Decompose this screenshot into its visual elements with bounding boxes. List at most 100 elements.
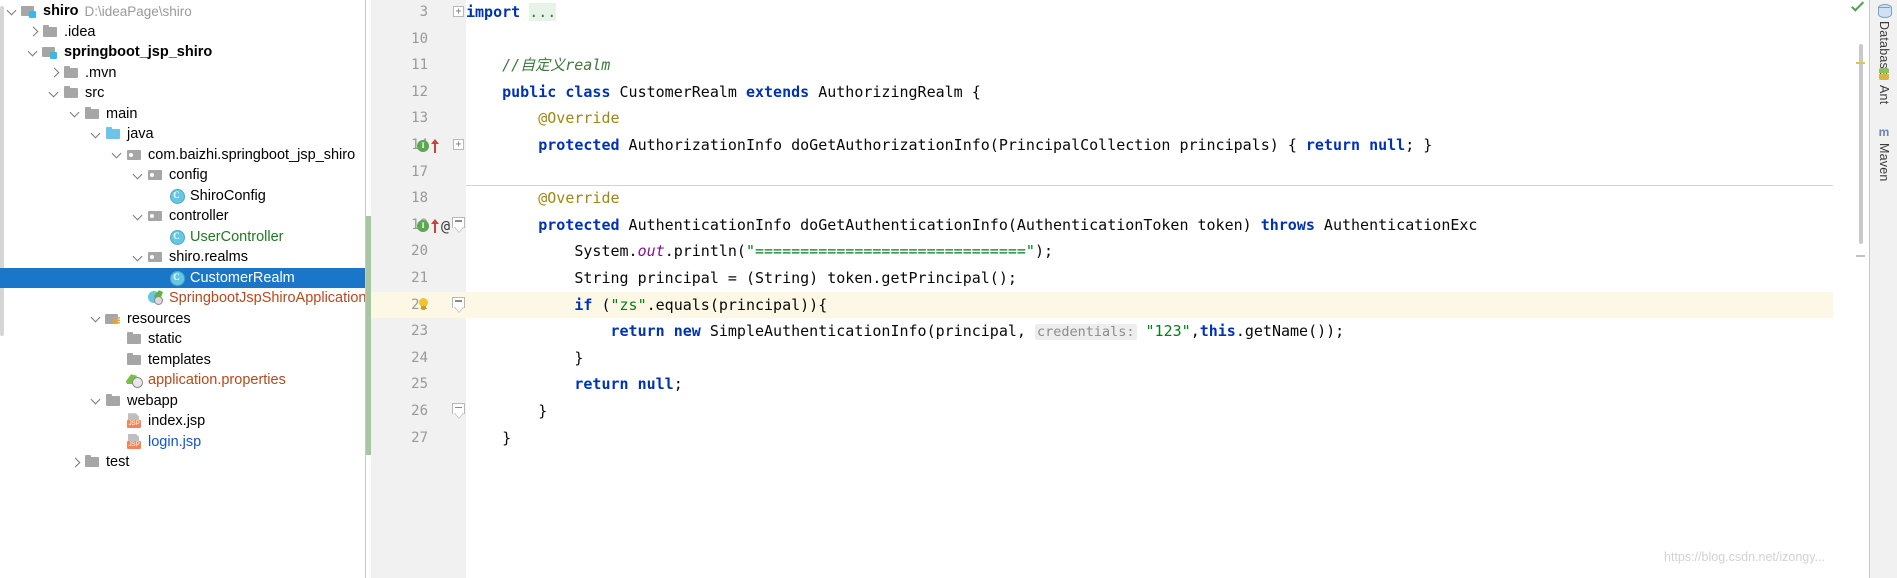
code-line[interactable]: public class CustomerRealm extends Autho… xyxy=(466,79,981,106)
idea-window: shiro D:\ideaPage\shiro .idea springboot_js… xyxy=(0,0,1897,578)
tree-item-label: CustomerRealm xyxy=(190,269,295,286)
tree-item-index-jsp[interactable]: JSP index.jsp xyxy=(0,411,365,432)
tree-item-label: src xyxy=(85,85,105,102)
code-line[interactable]: if ("zs".equals(principal)){ xyxy=(466,292,827,319)
code-token: , xyxy=(1190,322,1200,341)
tree-item-controller[interactable]: controller xyxy=(0,206,365,227)
chevron-down-icon[interactable] xyxy=(69,107,82,120)
code-line[interactable]: } xyxy=(466,398,547,425)
tree-item-label: .mvn xyxy=(85,64,117,81)
overriding-method-arrow-icon[interactable] xyxy=(430,139,439,154)
chevron-down-icon[interactable] xyxy=(132,251,145,264)
chevron-down-icon[interactable] xyxy=(90,128,103,141)
code-line[interactable]: String principal = (String) token.getPri… xyxy=(466,265,1017,292)
right-tool-window-bar[interactable]: Database Ant m Maven xyxy=(1869,0,1897,578)
editor-marker-strip[interactable] xyxy=(1833,0,1869,578)
editor-scrollbar-thumb[interactable] xyxy=(1859,44,1863,244)
tree-item-springbootjspshiroapplication[interactable]: SpringbootJspShiroApplication xyxy=(0,288,365,309)
tree-item-static[interactable]: static xyxy=(0,329,365,350)
gutter-markers[interactable]: I @ xyxy=(417,212,450,239)
code-line[interactable]: protected AuthorizationInfo doGetAuthori… xyxy=(466,132,1432,159)
tree-item-java[interactable]: java xyxy=(0,124,365,145)
tree-item--mvn[interactable]: .mvn xyxy=(0,63,365,84)
tool-window-label: Ant xyxy=(1877,85,1891,105)
code-line[interactable]: } xyxy=(466,425,511,452)
chevron-down-icon[interactable] xyxy=(48,87,61,100)
class-icon: C xyxy=(168,270,185,286)
tree-item-src[interactable]: src xyxy=(0,83,365,104)
tree-item-shiroconfig[interactable]: C ShiroConfig xyxy=(0,186,365,207)
tree-item-main[interactable]: main xyxy=(0,104,365,125)
tree-item-templates[interactable]: templates xyxy=(0,350,365,371)
code-line[interactable]: return null; xyxy=(466,371,682,398)
chevron-down-icon[interactable] xyxy=(132,210,145,223)
implementing-method-icon[interactable]: I xyxy=(417,140,429,153)
tree-item-customerrealm[interactable]: C CustomerRealm xyxy=(0,267,365,288)
tree-item-springboot-jsp-shiro[interactable]: springboot_jsp_shiro xyxy=(0,42,365,63)
tree-item-test[interactable]: test xyxy=(0,452,365,473)
project-tool-window[interactable]: shiro D:\ideaPage\shiro .idea springboot_js… xyxy=(0,0,366,578)
fold-collapse-icon[interactable] xyxy=(452,403,465,419)
tool-window-database[interactable]: Database xyxy=(1870,2,1897,76)
code-line[interactable]: return new SimpleAuthenticationInfo(prin… xyxy=(466,318,1344,345)
tree-item-label: index.jsp xyxy=(148,413,206,430)
marker-tick[interactable] xyxy=(1856,62,1865,64)
code-line[interactable]: import ... xyxy=(466,0,557,26)
fold-collapse-icon[interactable] xyxy=(452,296,465,313)
code-text-area[interactable]: import ... //自定义realm public class Custo… xyxy=(466,0,1833,578)
chevron-down-icon[interactable] xyxy=(27,46,40,59)
line-number: 18 xyxy=(411,190,428,207)
tree-item-login-jsp[interactable]: JSP login.jsp xyxy=(0,432,365,453)
fold-expand-icon[interactable]: + xyxy=(453,139,464,150)
chevron-down-icon[interactable] xyxy=(132,169,145,182)
editor-gutter[interactable]: 3+1011121314I+171819I@2021222324252627 xyxy=(371,0,466,578)
tree-item-com-baizhi-springboot-jsp-shiro[interactable]: com.baizhi.springboot_jsp_shiro xyxy=(0,145,365,166)
tree-item-application-properties[interactable]: application.properties xyxy=(0,370,365,391)
module-icon xyxy=(42,44,59,60)
ant-icon xyxy=(1876,66,1892,82)
fold-expand-icon[interactable]: + xyxy=(453,6,464,17)
overriding-method-arrow-icon[interactable] xyxy=(430,219,439,234)
chevron-down-icon[interactable] xyxy=(6,5,19,18)
code-line[interactable]: } xyxy=(466,345,583,372)
tree-item-resources[interactable]: resources xyxy=(0,309,365,330)
code-line[interactable]: System.out.println("====================… xyxy=(466,238,1053,265)
chevron-down-icon[interactable] xyxy=(90,394,103,407)
tree-item-usercontroller[interactable]: C UserController xyxy=(0,227,365,248)
code-editor[interactable]: 3+1011121314I+171819I@2021222324252627 i… xyxy=(366,0,1869,578)
tree-item-config[interactable]: config xyxy=(0,165,365,186)
tree-item--idea[interactable]: .idea xyxy=(0,22,365,43)
chevron-down-icon[interactable] xyxy=(111,148,124,161)
chevron-right-icon[interactable] xyxy=(48,66,61,79)
gutter-markers[interactable]: I xyxy=(417,132,439,159)
code-token: "==============================" xyxy=(745,242,1035,261)
code-line[interactable]: protected AuthenticationInfo doGetAuthen… xyxy=(466,212,1477,239)
tree-item-shiro[interactable]: shiro D:\ideaPage\shiro xyxy=(0,1,365,22)
chevron-right-icon[interactable] xyxy=(27,25,40,38)
folded-imports-placeholder[interactable]: ... xyxy=(529,3,557,21)
intention-bulb-icon[interactable] xyxy=(417,298,430,313)
tree-item-label: templates xyxy=(148,351,211,368)
tree-item-webapp[interactable]: webapp xyxy=(0,391,365,412)
chevron-down-icon[interactable] xyxy=(90,312,103,325)
project-tree[interactable]: shiro D:\ideaPage\shiro .idea springboot_js… xyxy=(0,0,365,473)
chevron-right-icon[interactable] xyxy=(69,456,82,469)
tool-window-maven[interactable]: m Maven xyxy=(1870,124,1897,182)
code-token: CustomerRealm xyxy=(610,82,746,101)
tree-item-shiro-realms[interactable]: shiro.realms xyxy=(0,247,365,268)
tool-window-ant[interactable]: Ant xyxy=(1870,66,1897,104)
code-line[interactable]: @Override xyxy=(466,105,619,132)
code-line[interactable]: @Override xyxy=(466,185,619,212)
marker-tick[interactable] xyxy=(1856,255,1865,257)
annotation-marker-icon[interactable]: @ xyxy=(441,213,450,240)
code-line[interactable]: //自定义realm xyxy=(466,52,610,79)
gutter-markers[interactable] xyxy=(417,292,430,319)
fold-collapse-icon[interactable] xyxy=(452,216,465,233)
implementing-method-icon[interactable]: I xyxy=(417,220,429,233)
